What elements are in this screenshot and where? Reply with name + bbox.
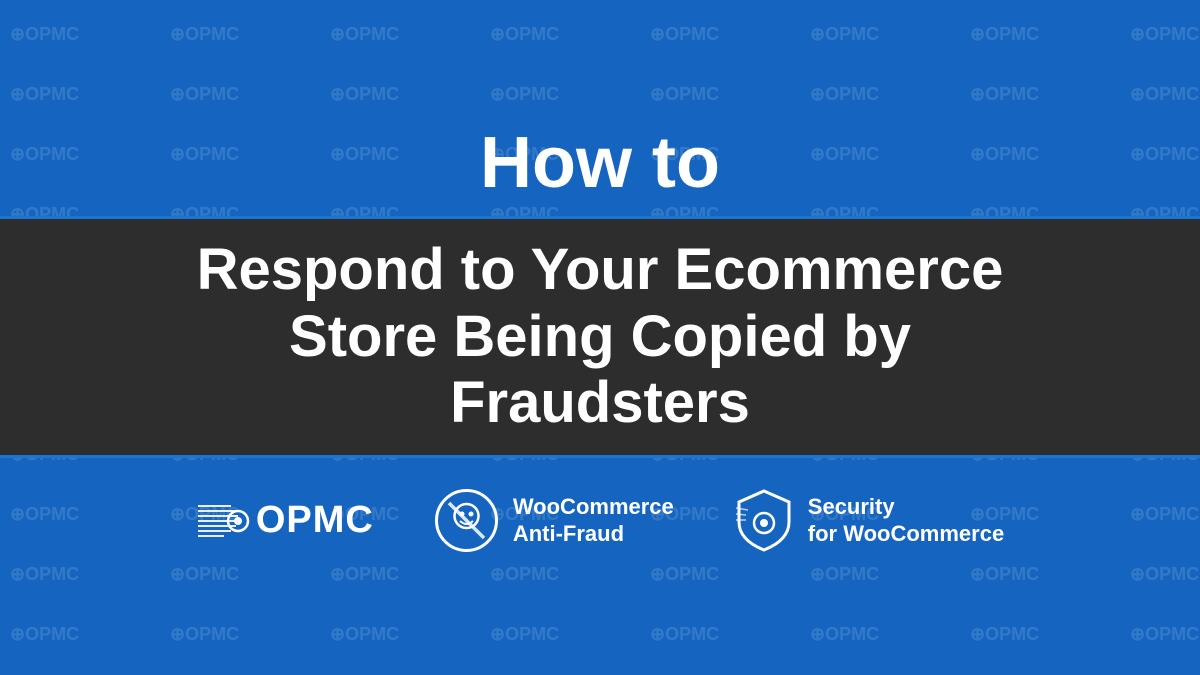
title-line2: Store Being Copied by bbox=[289, 304, 911, 369]
main-container: ⊕OPMC How to Respond to Your Ecommerce S… bbox=[0, 0, 1200, 675]
security-label-line2: for WooCommerce bbox=[808, 521, 1004, 547]
woocommerce-label-line2: Anti-Fraud bbox=[513, 521, 674, 547]
opmc-icon bbox=[196, 496, 256, 546]
woocommerce-label-line1: WooCommerce bbox=[513, 494, 674, 520]
opmc-text: OPMC bbox=[256, 499, 374, 542]
title-line3: Fraudsters bbox=[450, 370, 750, 435]
title-line1: Respond to Your Ecommerce bbox=[197, 237, 1004, 302]
security-icon bbox=[734, 488, 794, 553]
main-title: Respond to Your Ecommerce Store Being Co… bbox=[40, 237, 1160, 437]
security-label-line1: Security bbox=[808, 494, 1004, 520]
woocommerce-text: WooCommerce Anti-Fraud bbox=[513, 494, 674, 547]
logos-bar: OPMC WooCommerce An bbox=[196, 488, 1004, 553]
security-logo: Security for WooCommerce bbox=[734, 488, 1004, 553]
woocommerce-logo: WooCommerce Anti-Fraud bbox=[434, 488, 674, 553]
how-to-heading: How to bbox=[480, 122, 720, 204]
security-text: Security for WooCommerce bbox=[808, 494, 1004, 547]
main-title-banner: Respond to Your Ecommerce Store Being Co… bbox=[0, 216, 1200, 458]
opmc-logo: OPMC bbox=[196, 496, 374, 546]
woocommerce-icon bbox=[434, 488, 499, 553]
